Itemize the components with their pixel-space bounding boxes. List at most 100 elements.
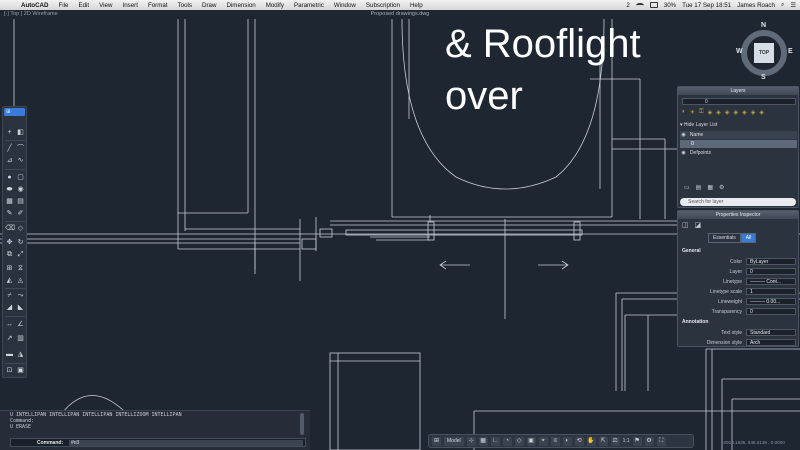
layer-icon[interactable]: ◈ [733,109,738,116]
list-icon[interactable]: ☰ [790,2,796,9]
menu-file[interactable]: File [54,2,74,9]
dimension-tool-icon[interactable]: ↔ [5,321,14,329]
chamfer-tool-icon[interactable]: ◣ [16,304,25,312]
menu-clock[interactable]: Tue 17 Sep 18:51 [682,2,731,9]
layer-row[interactable]: ◉ Defpoints [680,149,797,157]
offset-tool-icon[interactable]: ◬ [16,277,25,285]
menu-help[interactable]: Help [405,2,428,9]
copy-tool-icon[interactable]: ⧉ [5,251,14,259]
prop-value-text-style[interactable]: Standard [746,329,796,336]
compass-north[interactable]: N [761,22,766,29]
circle-tool-icon[interactable]: ● [5,174,14,182]
erase-tool-icon[interactable]: ⌫ [5,225,15,233]
viewcube-top-face[interactable]: TOP [754,43,774,63]
compass-west[interactable]: W [736,48,743,55]
angular-dimension-icon[interactable]: ∠ [16,321,25,329]
layer-icon[interactable]: ◈ [751,109,756,116]
properties-icon[interactable]: ◫ [682,221,689,229]
model-space-button[interactable]: Model [444,436,464,446]
section-general[interactable]: General [682,248,701,254]
select-tool-icon[interactable]: + [5,129,14,137]
sun-icon[interactable]: ☀ [690,109,695,116]
search-icon[interactable]: ⌕ [781,1,784,9]
insert-block-icon[interactable]: ▣ [16,367,25,375]
layer-icon[interactable]: ◈ [759,109,764,116]
leader-tool-icon[interactable]: ↗ [5,335,14,343]
command-input[interactable]: #n3 [69,440,303,446]
trim-tool-icon[interactable]: ⌿ [5,292,14,300]
tab-all[interactable]: All [740,233,757,243]
fillet-tool-icon[interactable]: ◢ [5,304,14,312]
ortho-icon[interactable]: ∟ [490,436,500,446]
table-tool-icon[interactable]: ▥ [16,335,25,343]
compass-east[interactable]: E [788,48,793,55]
workspace-icon[interactable]: ⚙ [644,436,654,446]
menu-edit[interactable]: Edit [73,2,94,9]
menu-user[interactable]: James Roach [737,2,775,9]
polar-icon[interactable]: ◔ [502,436,512,446]
polyline-tool-icon[interactable]: ⊿ [5,157,14,165]
rotate-tool-icon[interactable]: ↻ [16,239,25,247]
delete-layer-icon[interactable]: ▦ [707,184,713,192]
mtext-tool-icon[interactable]: ✐ [16,210,25,218]
array-tool-icon[interactable]: ⊞ [5,265,14,273]
layer-name-column[interactable]: Name [690,132,703,138]
battery-icon[interactable] [649,2,658,8]
menu-view[interactable]: View [94,2,117,9]
menu-window[interactable]: Window [329,2,361,9]
region-tool-icon[interactable]: ◉ [16,186,25,194]
prop-value-linetype[interactable]: ——— Cont... [746,278,796,285]
menu-tools[interactable]: Tools [173,2,197,9]
object-snap-icon[interactable]: ▣ [526,436,536,446]
lock-icon[interactable]: ⚿ [699,109,704,116]
properties-inspector-title[interactable]: Properties Inspector [678,211,798,219]
layers-panel-title[interactable]: Layers [678,87,798,95]
spline-tool-icon[interactable]: ∿ [16,157,25,165]
menu-parametric[interactable]: Parametric [289,2,329,9]
menu-format[interactable]: Format [143,2,173,9]
layer-icon[interactable]: ◈ [708,109,713,116]
annotation-scale-value[interactable]: 1:1 [623,438,630,444]
transparency-icon[interactable]: ◐ [562,436,572,446]
layer-icon[interactable]: ◈ [725,109,730,116]
eraser-tool-icon[interactable]: ◇ [16,225,25,233]
prop-value-color[interactable]: ByLayer [746,258,796,265]
scale-tool-icon[interactable]: ⤢ [16,251,25,259]
new-layer-icon[interactable]: ▭ [684,184,690,192]
hatch-tool-icon[interactable]: ▦ [5,198,14,206]
prop-value-transparency[interactable]: 0 [746,308,796,315]
isodraft-icon[interactable]: ◇ [514,436,524,446]
mirror-tool-icon[interactable]: ⧖ [16,265,25,273]
notification-badge[interactable]: 2 [626,2,629,9]
new-group-icon[interactable]: ▤ [696,184,702,192]
menu-subscription[interactable]: Subscription [361,2,405,9]
menu-modify[interactable]: Modify [261,2,289,9]
quick-select-icon[interactable]: ◪ [695,221,702,229]
prop-value-dimension-style[interactable]: Arch [746,339,796,346]
current-layer-select[interactable]: 0 [682,98,796,105]
snap-toggle-icon[interactable]: ⊹ [466,436,476,446]
arc-tool-icon[interactable]: ⌒ [16,145,25,153]
fullscreen-icon[interactable]: ⛶ [656,436,666,446]
extend-tool-icon[interactable]: ⤳ [16,292,25,300]
text-tool-icon[interactable]: ✎ [5,210,14,218]
viewcube[interactable]: TOP N S E W [736,22,794,82]
prop-value-lineweight[interactable]: ——— 0.00... [746,298,796,305]
grid-display-icon[interactable]: ▦ [478,436,488,446]
selection-cycling-icon[interactable]: ⟲ [574,436,584,446]
section-annotation[interactable]: Annotation [682,319,708,325]
layer-search-input[interactable]: Search for layer [680,198,796,206]
layer-icon[interactable]: ◈ [742,109,747,116]
menu-dimension[interactable]: Dimension [221,2,260,9]
layer-list-header[interactable]: ◉ Name [680,131,797,139]
tab-essentials[interactable]: Essentials [708,233,741,243]
layer-row[interactable]: 0 [680,140,797,148]
rectangle-tool-icon[interactable]: ▢ [16,174,25,182]
hide-layer-list-toggle[interactable]: ▾ Hide Layer List [680,121,797,129]
annotation-scale-icon[interactable]: ⚖ [610,436,620,446]
stretch-tool-icon[interactable]: ◭ [5,277,14,285]
dynamic-input-icon[interactable]: ⇱ [598,436,608,446]
gradient-tool-icon[interactable]: ▤ [16,198,25,206]
move-tool-icon[interactable]: ✥ [5,239,14,247]
wifi-icon[interactable] [635,2,644,8]
